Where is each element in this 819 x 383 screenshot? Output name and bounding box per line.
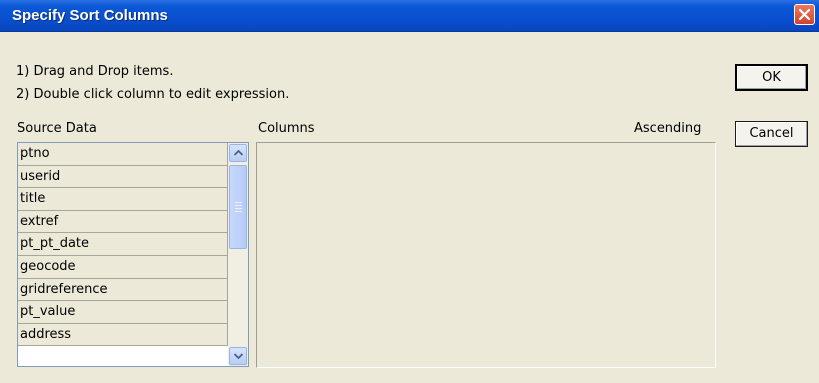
list-item[interactable]: gridreference bbox=[18, 278, 228, 302]
thumb-grip bbox=[235, 208, 242, 209]
source-items: ptno userid title extref pt_pt_date geoc… bbox=[18, 143, 228, 347]
scroll-down-button[interactable] bbox=[229, 347, 247, 365]
list-item[interactable]: address bbox=[18, 323, 228, 347]
chevron-up-icon bbox=[234, 150, 243, 156]
close-button[interactable] bbox=[794, 4, 815, 25]
cancel-button[interactable]: Cancel bbox=[735, 121, 808, 147]
scrollbar-thumb[interactable] bbox=[229, 165, 247, 249]
list-item[interactable]: userid bbox=[18, 165, 228, 189]
vertical-scrollbar[interactable] bbox=[228, 143, 248, 366]
instruction-double-click: 2) Double click column to edit expressio… bbox=[16, 87, 290, 102]
thumb-grip bbox=[235, 205, 242, 206]
source-data-list[interactable]: ptno userid title extref pt_pt_date geoc… bbox=[17, 142, 249, 367]
thumb-grip bbox=[235, 211, 242, 212]
window-title: Specify Sort Columns bbox=[12, 7, 168, 24]
list-item[interactable]: pt_value bbox=[18, 301, 228, 324]
instruction-drag-drop: 1) Drag and Drop items. bbox=[16, 64, 174, 79]
source-data-label: Source Data bbox=[17, 121, 97, 136]
title-bar[interactable]: Specify Sort Columns bbox=[0, 0, 819, 32]
sort-columns-dialog: Specify Sort Columns 1) Drag and Drop it… bbox=[0, 0, 819, 383]
ascending-label: Ascending bbox=[634, 121, 702, 136]
columns-label: Columns bbox=[258, 121, 315, 136]
thumb-grip bbox=[235, 202, 242, 203]
list-item[interactable]: pt_pt_date bbox=[18, 233, 228, 256]
list-item[interactable]: title bbox=[18, 188, 228, 211]
list-item[interactable]: geocode bbox=[18, 255, 228, 279]
ok-button[interactable]: OK bbox=[735, 64, 808, 91]
list-item[interactable]: ptno bbox=[18, 143, 228, 166]
scroll-up-button[interactable] bbox=[229, 144, 247, 162]
list-item[interactable]: extref bbox=[18, 210, 228, 234]
sort-columns-list[interactable] bbox=[256, 142, 716, 368]
chevron-down-icon bbox=[234, 353, 243, 359]
close-icon bbox=[798, 8, 811, 21]
